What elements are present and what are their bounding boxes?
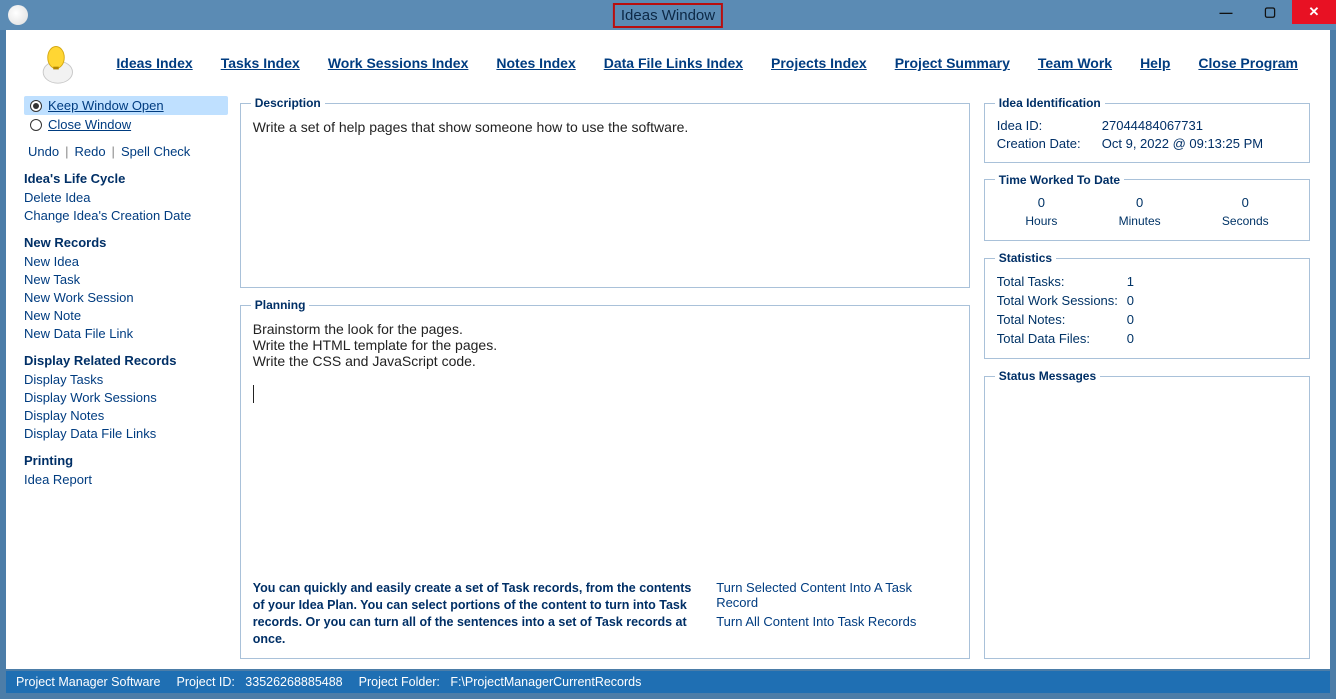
link-new-task[interactable]: New Task — [24, 272, 228, 287]
planning-text-content: Brainstorm the look for the pages. Write… — [253, 321, 497, 369]
menu-team-work[interactable]: Team Work — [1038, 55, 1112, 71]
creation-date-value: Oct 9, 2022 @ 09:13:25 PM — [1102, 136, 1263, 151]
idea-identification-fieldset: Idea Identification Idea ID: 27044484067… — [984, 96, 1310, 163]
menu-projects-index[interactable]: Projects Index — [771, 55, 867, 71]
window-title: Ideas Window — [613, 3, 723, 28]
status-project-id-label: Project ID: — [177, 675, 235, 689]
radio-keep-open-label: Keep Window Open — [48, 98, 164, 113]
status-project-folder-value: F:\ProjectManagerCurrentRecords — [450, 675, 641, 689]
time-worked-fieldset: Time Worked To Date 0 Hours 0 Minutes 0 … — [984, 173, 1310, 242]
maximize-button[interactable]: ▢ — [1248, 0, 1292, 24]
status-messages-fieldset: Status Messages — [984, 369, 1310, 659]
idea-id-value: 27044484067731 — [1102, 118, 1203, 133]
status-app-name: Project Manager Software — [16, 675, 161, 689]
undo-button[interactable]: Undo — [24, 144, 63, 159]
radio-close-label: Close Window — [48, 117, 131, 132]
seconds-value: 0 — [1222, 195, 1269, 210]
creation-date-label: Creation Date: — [997, 136, 1092, 151]
link-turn-all-into-tasks[interactable]: Turn All Content Into Task Records — [716, 614, 957, 629]
window-titlebar: Ideas Window — ▢ ✕ — [0, 0, 1336, 30]
radio-keep-window-open[interactable]: Keep Window Open — [24, 96, 228, 115]
menu-data-file-links-index[interactable]: Data File Links Index — [604, 55, 743, 71]
status-project-id-value: 33526268885488 — [245, 675, 342, 689]
section-lifecycle-title: Idea's Life Cycle — [24, 171, 228, 186]
menu-notes-index[interactable]: Notes Index — [496, 55, 575, 71]
link-new-idea[interactable]: New Idea — [24, 254, 228, 269]
stat-notes-label: Total Notes: — [997, 312, 1127, 327]
menu-tasks-index[interactable]: Tasks Index — [221, 55, 300, 71]
stat-work-sessions-value: 0 — [1127, 293, 1134, 308]
link-new-note[interactable]: New Note — [24, 308, 228, 323]
app-icon — [8, 5, 28, 25]
link-display-data-file-links[interactable]: Display Data File Links — [24, 426, 228, 441]
planning-text[interactable]: Brainstorm the look for the pages. Write… — [251, 317, 960, 577]
section-display-related-title: Display Related Records — [24, 353, 228, 368]
stat-data-files-label: Total Data Files: — [997, 331, 1127, 346]
minutes-value: 0 — [1119, 195, 1161, 210]
menu-project-summary[interactable]: Project Summary — [895, 55, 1010, 71]
redo-button[interactable]: Redo — [70, 144, 109, 159]
link-display-notes[interactable]: Display Notes — [24, 408, 228, 423]
description-text[interactable]: Write a set of help pages that show some… — [251, 115, 960, 139]
menu-work-sessions-index[interactable]: Work Sessions Index — [328, 55, 469, 71]
hours-cell: 0 Hours — [1025, 195, 1057, 228]
idea-identification-legend: Idea Identification — [995, 96, 1105, 110]
link-change-creation-date[interactable]: Change Idea's Creation Date — [24, 208, 228, 223]
statistics-legend: Statistics — [995, 251, 1056, 265]
main-menubar: Ideas Index Tasks Index Work Sessions In… — [6, 30, 1330, 96]
description-fieldset: Description Write a set of help pages th… — [240, 96, 970, 288]
link-new-data-file-link[interactable]: New Data File Link — [24, 326, 228, 341]
link-turn-selected-into-task[interactable]: Turn Selected Content Into A Task Record — [716, 580, 957, 610]
status-bar: Project Manager Software Project ID: 335… — [6, 671, 1330, 693]
link-idea-report[interactable]: Idea Report — [24, 472, 228, 487]
separator-icon: | — [110, 144, 117, 159]
center-column: Description Write a set of help pages th… — [238, 96, 972, 659]
logo-icon — [34, 39, 78, 87]
hours-label: Hours — [1025, 214, 1057, 228]
close-button[interactable]: ✕ — [1292, 0, 1336, 24]
status-project-folder-label: Project Folder: — [359, 675, 440, 689]
menu-close-program[interactable]: Close Program — [1198, 55, 1298, 71]
planning-legend: Planning — [251, 298, 310, 312]
radio-dot-icon — [30, 100, 42, 112]
time-worked-legend: Time Worked To Date — [995, 173, 1124, 187]
stat-tasks-value: 1 — [1127, 274, 1134, 289]
minutes-label: Minutes — [1119, 214, 1161, 228]
menu-ideas-index[interactable]: Ideas Index — [116, 55, 192, 71]
stat-tasks-label: Total Tasks: — [997, 274, 1127, 289]
stat-notes-value: 0 — [1127, 312, 1134, 327]
menu-help[interactable]: Help — [1140, 55, 1170, 71]
idea-id-label: Idea ID: — [997, 118, 1092, 133]
minimize-button[interactable]: — — [1204, 0, 1248, 24]
right-column: Idea Identification Idea ID: 27044484067… — [982, 96, 1312, 659]
description-legend: Description — [251, 96, 325, 110]
radio-close-window[interactable]: Close Window — [24, 115, 228, 134]
section-new-records-title: New Records — [24, 235, 228, 250]
link-display-work-sessions[interactable]: Display Work Sessions — [24, 390, 228, 405]
planning-fieldset: Planning Brainstorm the look for the pag… — [240, 298, 970, 659]
seconds-label: Seconds — [1222, 214, 1269, 228]
stat-work-sessions-label: Total Work Sessions: — [997, 293, 1127, 308]
link-display-tasks[interactable]: Display Tasks — [24, 372, 228, 387]
radio-empty-icon — [30, 119, 42, 131]
seconds-cell: 0 Seconds — [1222, 195, 1269, 228]
separator-icon: | — [63, 144, 70, 159]
link-delete-idea[interactable]: Delete Idea — [24, 190, 228, 205]
status-messages-legend: Status Messages — [995, 369, 1100, 383]
hours-value: 0 — [1025, 195, 1057, 210]
planning-tip-text: You can quickly and easily create a set … — [253, 580, 692, 648]
spell-check-button[interactable]: Spell Check — [117, 144, 194, 159]
app-outer: Ideas Index Tasks Index Work Sessions In… — [6, 30, 1330, 669]
text-caret-icon — [253, 385, 254, 403]
minutes-cell: 0 Minutes — [1119, 195, 1161, 228]
left-sidebar: Keep Window Open Close Window Undo | Red… — [24, 96, 228, 659]
statistics-fieldset: Statistics Total Tasks: 1 Total Work Ses… — [984, 251, 1310, 359]
stat-data-files-value: 0 — [1127, 331, 1134, 346]
section-printing-title: Printing — [24, 453, 228, 468]
link-new-work-session[interactable]: New Work Session — [24, 290, 228, 305]
